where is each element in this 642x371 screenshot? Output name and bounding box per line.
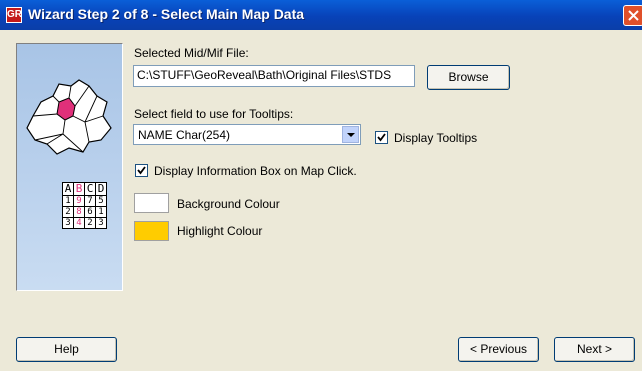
display-tooltips-checkbox[interactable]: [375, 131, 388, 144]
grid-cell: 6: [84, 206, 96, 218]
close-button[interactable]: [623, 5, 642, 26]
sample-data-grid: A B C D 1 9 7 5 2 8 6 1 3 4 2 3: [62, 182, 107, 229]
grid-cell: 1: [95, 206, 107, 218]
highlight-colour-label: Highlight Colour: [177, 224, 263, 238]
next-button[interactable]: Next >: [554, 337, 635, 362]
grid-header-a: A: [62, 182, 74, 196]
map-region-icon: [26, 79, 112, 155]
wizard-side-illustration: A B C D 1 9 7 5 2 8 6 1 3 4 2 3: [16, 43, 123, 291]
grid-cell: 7: [84, 195, 96, 207]
grid-cell: 2: [84, 217, 96, 229]
grid-cell: 5: [95, 195, 107, 207]
tooltips-field-value: NAME Char(254): [138, 128, 231, 142]
highlight-colour-swatch[interactable]: [134, 221, 169, 241]
tooltips-field-label: Select field to use for Tooltips:: [134, 107, 294, 121]
grid-header-c: C: [84, 182, 96, 196]
background-colour-swatch[interactable]: [134, 193, 169, 213]
display-tooltips-label: Display Tooltips: [394, 131, 478, 145]
help-button[interactable]: Help: [16, 337, 117, 362]
wizard-window: GR Wizard Step 2 of 8 - Select Main Map …: [0, 0, 642, 371]
grid-cell: 1: [62, 195, 74, 207]
info-box-label: Display Information Box on Map Click.: [154, 164, 357, 178]
grid-cell: 2: [62, 206, 74, 218]
file-path-input[interactable]: C:\STUFF\GeoReveal\Bath\Original Files\S…: [133, 65, 415, 87]
checkmark-icon: [377, 133, 386, 142]
close-icon: [628, 10, 639, 21]
grid-cell: 3: [95, 217, 107, 229]
grid-cell: 8: [73, 206, 85, 218]
grid-cell: 4: [73, 217, 85, 229]
window-title: Wizard Step 2 of 8 - Select Main Map Dat…: [28, 6, 305, 22]
background-colour-label: Background Colour: [177, 197, 280, 211]
grid-header-d: D: [95, 182, 107, 196]
grid-cell: 3: [62, 217, 74, 229]
app-logo-icon: GR: [6, 7, 22, 23]
grid-cell: 9: [73, 195, 85, 207]
dropdown-arrow-icon[interactable]: [342, 126, 359, 143]
checkmark-icon: [137, 166, 146, 175]
tooltips-field-select[interactable]: NAME Char(254): [133, 124, 361, 145]
info-box-checkbox[interactable]: [135, 164, 148, 177]
title-bar[interactable]: GR Wizard Step 2 of 8 - Select Main Map …: [0, 0, 642, 30]
grid-header-b: B: [73, 182, 85, 196]
browse-button[interactable]: Browse: [427, 65, 510, 90]
previous-button[interactable]: < Previous: [458, 337, 539, 362]
file-label: Selected Mid/Mif File:: [134, 46, 249, 60]
